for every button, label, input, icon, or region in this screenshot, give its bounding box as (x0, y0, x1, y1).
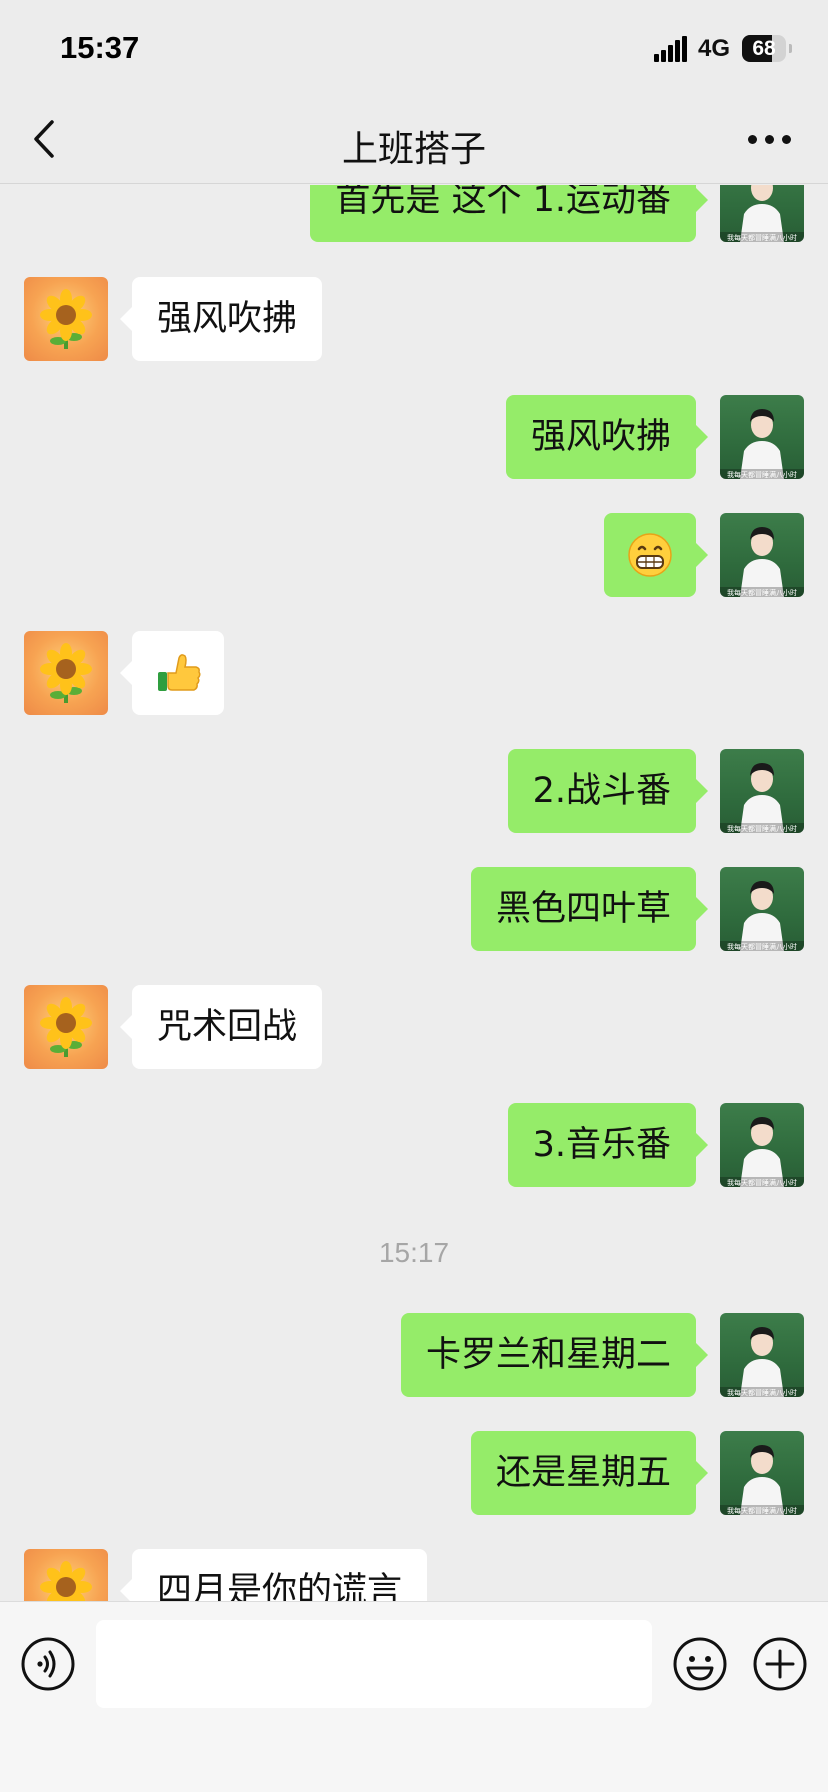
message-bubble-sent[interactable]: 还是星期五 (470, 1431, 709, 1515)
battery-cap (789, 44, 792, 53)
emoji-icon[interactable] (672, 1636, 728, 1692)
person-avatar-icon: 我每天都冒睡满八小时 (720, 1445, 804, 1515)
my-avatar[interactable]: 我每天都冒睡满八小时 (720, 185, 804, 242)
message-bubble-sent[interactable]: 卡罗兰和星期二 (400, 1313, 709, 1397)
nav-bar: 上班搭子 (0, 96, 828, 184)
message-row: 咒术回战 (0, 985, 828, 1069)
more-options-icon[interactable] (746, 132, 794, 146)
message-row: 首先是 这个 1.运动番 我每天都冒睡满八小时 (0, 185, 828, 242)
message-input[interactable] (96, 1620, 652, 1708)
avatar-caption: 我每天都冒睡满八小时 (727, 233, 797, 242)
avatar-caption: 我每天都冒睡满八小时 (727, 824, 797, 833)
contact-avatar[interactable] (24, 277, 108, 361)
message-bubble-received[interactable]: 强风吹拂 (119, 277, 323, 361)
message-bubble-received[interactable] (120, 631, 224, 715)
plus-icon[interactable] (752, 1636, 808, 1692)
message-bubble-sent[interactable]: 强风吹拂 (505, 395, 709, 479)
avatar-caption: 我每天都冒睡满八小时 (727, 1178, 797, 1187)
my-avatar[interactable]: 我每天都冒睡满八小时 (720, 749, 804, 833)
message-bubble-sent[interactable]: 2.战斗番 (507, 749, 709, 833)
avatar-caption: 我每天都冒睡满八小时 (727, 1506, 797, 1515)
battery-icon: 68 (742, 35, 786, 62)
message-timestamp: 15:17 (378, 1237, 450, 1268)
input-bar (0, 1601, 828, 1792)
my-avatar[interactable]: 我每天都冒睡满八小时 (720, 1313, 804, 1397)
contact-avatar[interactable] (24, 985, 108, 1069)
message-row: 强风吹拂 我每天都冒睡满八小时 (0, 395, 828, 479)
avatar-caption: 我每天都冒睡满八小时 (727, 470, 797, 479)
sunflower-icon (40, 289, 92, 349)
battery-percent: 68 (752, 37, 776, 60)
person-avatar-icon: 我每天都冒睡满八小时 (720, 881, 804, 951)
thumbs-up-emoji-icon (158, 654, 201, 691)
person-avatar-icon: 我每天都冒睡满八小时 (720, 185, 804, 242)
my-avatar[interactable]: 我每天都冒睡满八小时 (720, 1431, 804, 1515)
sunflower-icon (40, 997, 92, 1057)
message-row: 强风吹拂 (0, 277, 828, 361)
avatar-caption: 我每天都冒睡满八小时 (727, 588, 797, 597)
my-avatar[interactable]: 我每天都冒睡满八小时 (720, 395, 804, 479)
my-avatar[interactable]: 我每天都冒睡满八小时 (720, 1103, 804, 1187)
person-avatar-icon: 我每天都冒睡满八小时 (720, 763, 804, 833)
sunflower-icon (40, 643, 92, 703)
message-row: 还是星期五 我每天都冒睡满八小时 (0, 1431, 828, 1515)
message-bubble-received[interactable]: 咒术回战 (119, 985, 323, 1069)
my-avatar[interactable]: 我每天都冒睡满八小时 (720, 513, 804, 597)
status-time: 15:37 (60, 30, 140, 65)
message-bubble-sent[interactable]: 3.音乐番 (507, 1103, 709, 1187)
message-bubble-sent[interactable]: 首先是 这个 1.运动番 (310, 185, 708, 242)
person-avatar-icon: 我每天都冒睡满八小时 (720, 1327, 804, 1397)
sunflower-icon (40, 1561, 92, 1601)
chat-title: 上班搭子 (341, 129, 486, 170)
avatar-caption: 我每天都冒睡满八小时 (727, 1388, 797, 1397)
avatar-caption: 我每天都冒睡满八小时 (727, 942, 797, 951)
voice-icon[interactable] (20, 1636, 76, 1692)
message-row: 黑色四叶草 我每天都冒睡满八小时 (0, 867, 828, 951)
message-row: 2.战斗番 我每天都冒睡满八小时 (0, 749, 828, 833)
chat-message-list[interactable]: 首先是 这个 1.运动番 我每天都冒睡满八小时 强风吹拂 强风吹拂 我每天都冒睡… (0, 185, 828, 1601)
grin-emoji-icon (628, 533, 672, 577)
message-row: 我每天都冒睡满八小时 (0, 513, 828, 597)
person-avatar-icon: 我每天都冒睡满八小时 (720, 527, 804, 597)
message-bubble-sent[interactable]: 黑色四叶草 (470, 867, 709, 951)
status-bar: 15:37 4G 68 (0, 0, 828, 96)
message-row: 3.音乐番 我每天都冒睡满八小时 (0, 1103, 828, 1187)
network-type: 4G (698, 35, 731, 62)
contact-avatar[interactable] (24, 631, 108, 715)
message-bubble-received[interactable]: 四月是你的谎言 (119, 1549, 428, 1601)
message-row: 卡罗兰和星期二 我每天都冒睡满八小时 (0, 1313, 828, 1397)
message-row: 四月是你的谎言 (0, 1549, 828, 1601)
person-avatar-icon: 我每天都冒睡满八小时 (720, 409, 804, 479)
signal-icon (654, 36, 688, 62)
message-row (0, 631, 828, 715)
contact-avatar[interactable] (24, 1549, 108, 1601)
my-avatar[interactable]: 我每天都冒睡满八小时 (720, 867, 804, 951)
message-bubble-sent[interactable] (604, 513, 708, 597)
person-avatar-icon: 我每天都冒睡满八小时 (720, 1117, 804, 1187)
